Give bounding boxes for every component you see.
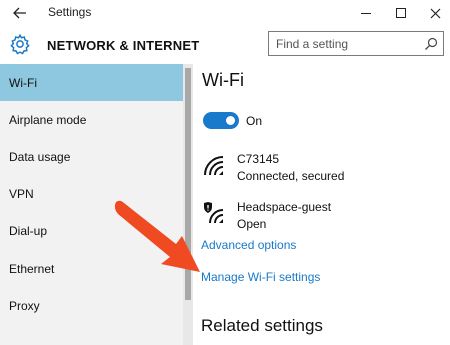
close-button[interactable] bbox=[418, 0, 450, 26]
page-title: Wi-Fi bbox=[202, 70, 244, 90]
maximize-icon bbox=[396, 8, 406, 18]
sidebar-item-wifi[interactable]: Wi-Fi bbox=[0, 64, 183, 101]
sidebar-item-label: Data usage bbox=[9, 149, 71, 164]
sidebar-item-label: VPN bbox=[9, 186, 34, 201]
sidebar-item-label: Proxy bbox=[9, 298, 40, 313]
section-title: NETWORK & INTERNET bbox=[47, 38, 200, 53]
network-status: Connected, secured bbox=[237, 169, 345, 183]
sidebar-item-label: Dial-up bbox=[9, 223, 48, 238]
gear-icon bbox=[10, 33, 30, 55]
search-icon[interactable] bbox=[424, 37, 438, 51]
search-input[interactable] bbox=[269, 32, 419, 55]
minimize-button[interactable] bbox=[349, 0, 383, 26]
red-arrow-icon bbox=[114, 200, 200, 272]
back-arrow-icon bbox=[13, 7, 26, 19]
back-button[interactable] bbox=[6, 1, 34, 25]
sidebar-item-airplane-mode[interactable]: Airplane mode bbox=[0, 101, 183, 138]
wifi-signal-icon bbox=[204, 156, 224, 176]
page-header: NETWORK & INTERNET bbox=[0, 26, 450, 64]
main-panel: Wi-Fi On C73145 Connected, secured Heads… bbox=[193, 64, 450, 345]
minimize-icon bbox=[361, 12, 371, 14]
sidebar-item-proxy[interactable]: Proxy bbox=[0, 287, 183, 324]
network-status: Open bbox=[237, 217, 267, 231]
sidebar-item-label: Wi-Fi bbox=[9, 75, 37, 90]
toggle-knob bbox=[226, 116, 235, 125]
search-box[interactable] bbox=[268, 31, 444, 56]
related-settings-heading: Related settings bbox=[201, 316, 323, 335]
network-name: C73145 bbox=[237, 152, 280, 166]
wifi-toggle[interactable] bbox=[203, 112, 239, 129]
sidebar-item-label: Airplane mode bbox=[9, 112, 87, 127]
sidebar-item-label: Ethernet bbox=[9, 261, 55, 276]
title-bar: Settings bbox=[0, 0, 450, 26]
manage-wifi-settings-link[interactable]: Manage Wi-Fi settings bbox=[201, 270, 320, 284]
advanced-options-link[interactable]: Advanced options bbox=[201, 238, 296, 252]
window-title: Settings bbox=[48, 5, 92, 19]
network-item-headspace-guest[interactable]: Headspace-guest Open bbox=[202, 200, 442, 234]
network-item-c73145[interactable]: C73145 Connected, secured bbox=[202, 152, 442, 186]
close-icon bbox=[430, 8, 440, 18]
network-name: Headspace-guest bbox=[237, 200, 332, 214]
toggle-state-label: On bbox=[246, 114, 263, 128]
sidebar-item-data-usage[interactable]: Data usage bbox=[0, 138, 183, 175]
maximize-button[interactable] bbox=[384, 0, 418, 26]
